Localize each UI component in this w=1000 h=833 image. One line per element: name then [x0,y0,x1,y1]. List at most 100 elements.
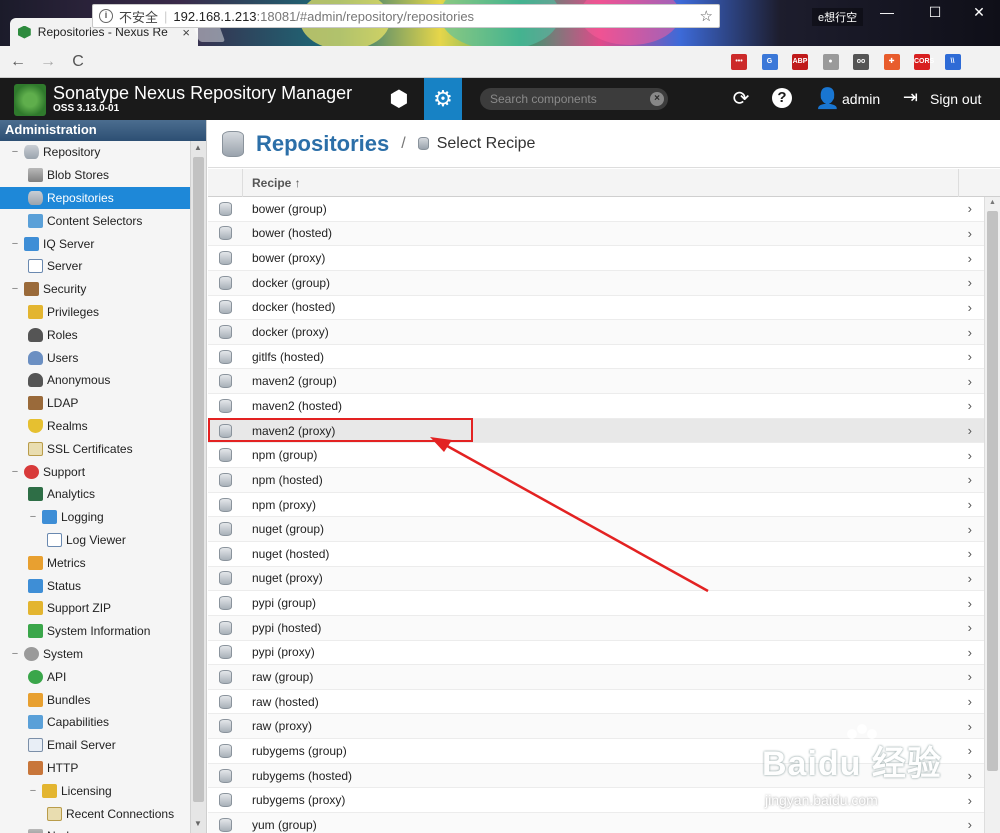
back-arrow-icon[interactable]: ← [6,53,30,71]
recipe-row[interactable]: gitlfs (hosted) › [208,344,984,370]
search-components-input[interactable] [480,88,668,110]
collapse-toggle-icon[interactable]: − [10,238,20,250]
sidebar-item-blob-stores[interactable]: Blob Stores [0,164,206,187]
chevron-right-icon[interactable]: › [968,448,972,463]
info-icon[interactable]: i [99,9,113,23]
sidebar-item-email-server[interactable]: Email Server [0,734,206,757]
sign-out-link[interactable]: Sign out [930,91,981,107]
chevron-right-icon[interactable]: › [968,768,972,783]
sidebar-item-api[interactable]: API [0,665,206,688]
user-menu[interactable]: admin [842,91,880,107]
collapse-toggle-icon[interactable]: − [10,648,20,660]
ext-1-icon[interactable]: ••• [731,54,747,70]
sidebar-item-content-selectors[interactable]: Content Selectors [0,209,206,232]
sidebar-item-metrics[interactable]: Metrics [0,551,206,574]
user-icon[interactable]: 👤 [815,86,840,111]
sidebar-item-privileges[interactable]: Privileges [0,301,206,324]
bookmark-star-icon[interactable]: ☆ [700,7,713,25]
sidebar-item-http[interactable]: HTTP [0,757,206,780]
recipe-row[interactable]: raw (hosted) › [208,689,984,715]
chevron-right-icon[interactable]: › [968,300,972,315]
sidebar-item-roles[interactable]: Roles [0,323,206,346]
grid-scroll-up-icon[interactable]: ▲ [989,199,996,206]
chevron-right-icon[interactable]: › [968,817,972,832]
recipe-row[interactable]: yum (group) › [208,813,984,833]
sidebar-item-log-viewer[interactable]: Log Viewer [0,529,206,552]
chevron-right-icon[interactable]: › [968,669,972,684]
sidebar-item-iq-server[interactable]: − IQ Server [0,232,206,255]
sidebar-item-logging[interactable]: − Logging [0,506,206,529]
collapse-toggle-icon[interactable]: − [10,146,20,158]
chevron-right-icon[interactable]: › [968,546,972,561]
sidebar-item-system-information[interactable]: System Information [0,620,206,643]
ext-translate-icon[interactable]: G [761,54,778,70]
scroll-up-icon[interactable]: ▲ [194,143,202,152]
sidebar-item-repositories[interactable]: Repositories [0,186,191,210]
recipe-row[interactable]: docker (hosted) › [208,295,984,321]
minimize-button[interactable]: — [872,4,902,20]
scroll-down-icon[interactable]: ▼ [194,819,202,828]
sidebar-item-nodes[interactable]: Nodes [0,825,206,833]
chevron-right-icon[interactable]: › [968,398,972,413]
sidebar-item-system[interactable]: − System [0,643,206,666]
chevron-right-icon[interactable]: › [968,275,972,290]
recipe-row[interactable]: pypi (proxy) › [208,640,984,666]
chevron-right-icon[interactable]: › [968,201,972,216]
recipe-column-header[interactable]: Recipe ↑ [252,176,301,190]
recipe-row[interactable]: npm (group) › [208,443,984,469]
help-icon[interactable]: ? [772,88,792,108]
browser-profile-badge[interactable]: e想行空 [812,8,864,26]
ext-5-icon[interactable]: oo [853,54,869,70]
chevron-right-icon[interactable]: › [968,571,972,586]
chevron-right-icon[interactable]: › [968,472,972,487]
browse-cube-icon[interactable]: ⬢ [384,84,414,114]
sidebar-item-server[interactable]: Server [0,255,206,278]
sidebar-item-support[interactable]: − Support [0,460,206,483]
chevron-right-icon[interactable]: › [968,719,972,734]
recipe-row[interactable]: npm (hosted) › [208,468,984,493]
sidebar-item-users[interactable]: Users [0,346,206,369]
chevron-right-icon[interactable]: › [968,743,972,758]
recipe-row[interactable]: bower (proxy) › [208,246,984,271]
administration-gear-icon[interactable]: ⚙ [424,78,462,120]
recipe-row[interactable]: pypi (hosted) › [208,615,984,641]
refresh-icon[interactable]: ⟳ [728,86,754,111]
chevron-right-icon[interactable]: › [968,226,972,241]
recipe-row[interactable]: pypi (group) › [208,591,984,616]
page-title[interactable]: Repositories [256,131,389,157]
ext-4-icon[interactable]: ● [822,54,839,70]
chevron-right-icon[interactable]: › [968,423,972,438]
collapse-toggle-icon[interactable]: − [10,466,20,478]
sidebar-item-analytics[interactable]: Analytics [0,483,206,506]
sidebar-item-support-zip[interactable]: Support ZIP [0,597,206,620]
sidebar-item-ldap[interactable]: LDAP [0,392,206,415]
sidebar-item-status[interactable]: Status [0,574,206,597]
chevron-right-icon[interactable]: › [968,645,972,660]
chevron-right-icon[interactable]: › [968,596,972,611]
recipe-row[interactable]: maven2 (group) › [208,369,984,395]
chevron-right-icon[interactable]: › [968,497,972,512]
recipe-row[interactable]: raw (group) › [208,665,984,690]
recipe-row[interactable]: docker (group) › [208,270,984,296]
collapse-toggle-icon[interactable]: − [28,511,38,523]
recipe-row[interactable]: maven2 (hosted) › [208,394,984,419]
collapse-toggle-icon[interactable]: − [10,283,20,295]
recipe-row[interactable]: bower (hosted) › [208,221,984,247]
sidebar-scrollbar[interactable]: ▲ ▼ [190,141,206,833]
sidebar-item-capabilities[interactable]: Capabilities [0,711,206,734]
grid-scrollbar[interactable]: ▲ [984,197,1000,833]
sidebar-item-recent-connections[interactable]: Recent Connections [0,802,206,825]
ext-8-icon[interactable]: \\ [944,54,961,70]
sidebar-scroll-thumb[interactable] [193,157,204,802]
chevron-right-icon[interactable]: › [968,793,972,808]
chevron-right-icon[interactable]: › [968,349,972,364]
recipe-row[interactable]: npm (proxy) › [208,492,984,518]
search-clear-icon[interactable]: × [650,92,664,106]
grid-scroll-thumb[interactable] [987,211,998,771]
chevron-right-icon[interactable]: › [968,522,972,537]
address-bar[interactable]: i 不安全 | 192.168.1.213:18081/#admin/repos… [92,4,720,28]
recipe-row[interactable]: nuget (group) › [208,517,984,542]
reload-icon[interactable]: C [66,53,90,71]
collapse-toggle-icon[interactable]: − [28,785,38,797]
chevron-right-icon[interactable]: › [968,374,972,389]
